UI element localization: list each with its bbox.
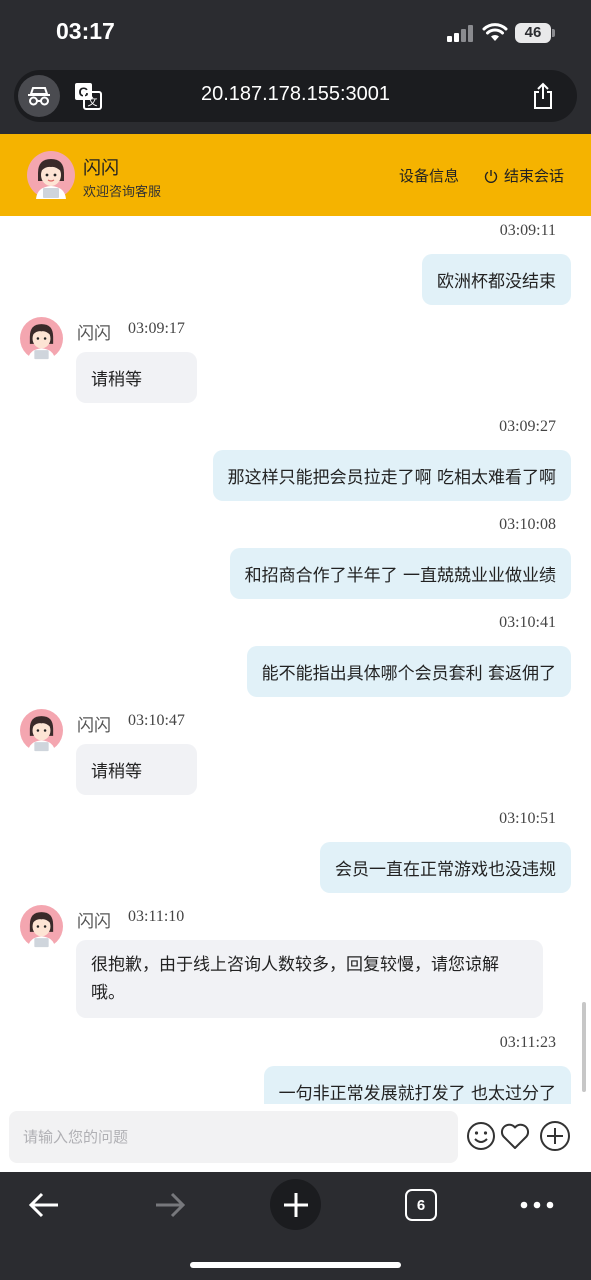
- message-time: 03:09:11: [499, 222, 556, 239]
- back-button[interactable]: [24, 1182, 64, 1228]
- message-input[interactable]: [9, 1111, 458, 1163]
- user-message-bubble: 会员一直在正常游戏也没违规: [320, 842, 571, 893]
- home-indicator: [190, 1262, 401, 1268]
- incognito-icon: [28, 87, 50, 106]
- forward-arrow-icon: [156, 1192, 186, 1218]
- battery-indicator: 46: [515, 23, 551, 43]
- user-message-bubble: 那这样只能把会员拉走了啊 吃相太难看了啊: [212, 450, 571, 501]
- agent-message-name: 闪闪: [77, 912, 111, 932]
- agent-avatar: [20, 317, 63, 360]
- user-message-bubble: 欧洲杯都没结束: [422, 254, 571, 305]
- message-time: 03:10:41: [499, 614, 556, 631]
- message-time: 03:11:23: [499, 1034, 556, 1051]
- message-time: 03:10:47: [128, 712, 185, 729]
- agent-message-bubble: 请稍等: [76, 744, 197, 795]
- svg-text:文: 文: [88, 96, 98, 109]
- message-list[interactable]: 03:09:11 欧洲杯都没结束 闪闪 03:09:17 请稍等 03:09:2…: [0, 216, 591, 1104]
- tabs-count: 6: [405, 1189, 437, 1221]
- message-time: 03:10:51: [499, 810, 556, 827]
- share-icon: [534, 82, 552, 109]
- user-message-bubble: 能不能指出具体哪个会员套利 套返佣了: [246, 646, 571, 697]
- message-time: 03:11:10: [128, 908, 185, 925]
- agent-avatar: [20, 709, 63, 752]
- chat-header: 闪闪 欢迎咨询客服 设备信息 结束会话: [0, 134, 591, 216]
- battery-tip: [552, 29, 555, 37]
- incognito-button[interactable]: [18, 75, 60, 117]
- address-bar[interactable]: G 文 20.187.178.155:3001: [14, 70, 577, 122]
- agent-avatar: [27, 151, 75, 199]
- favorite-button[interactable]: [499, 1120, 531, 1152]
- end-session-button[interactable]: 结束会话: [484, 165, 564, 186]
- agent-message-name: 闪闪: [77, 324, 111, 344]
- more-button[interactable]: [518, 1182, 556, 1228]
- status-bar: 03:17 46: [0, 0, 591, 66]
- agent-avatar: [20, 905, 63, 948]
- composer: [0, 1104, 591, 1172]
- agent-message-bubble: 请稍等: [76, 352, 197, 403]
- end-session-label: 结束会话: [503, 167, 564, 185]
- wifi-icon: [482, 23, 508, 41]
- emoji-icon: [467, 1122, 495, 1150]
- user-message-bubble: 和招商合作了半年了 一直兢兢业业做业绩: [229, 548, 571, 599]
- status-time: 03:17: [56, 18, 115, 44]
- translate-icon: G 文: [75, 83, 102, 110]
- power-icon: [484, 169, 498, 183]
- new-tab-plus-icon: [283, 1192, 308, 1217]
- agent-subtitle: 欢迎咨询客服: [83, 185, 162, 200]
- share-button[interactable]: [528, 81, 558, 111]
- agent-name: 闪闪: [83, 158, 119, 179]
- tabs-button[interactable]: 6: [404, 1182, 438, 1228]
- user-message-bubble: 一句非正常发展就打发了 也太过分了: [263, 1066, 571, 1104]
- agent-message-bubble: 很抱歉，由于线上咨询人数较多，回复较慢，请您谅解哦。: [76, 940, 543, 1018]
- back-arrow-icon: [28, 1192, 58, 1218]
- device-info-button[interactable]: 设备信息: [399, 165, 459, 186]
- emoji-button[interactable]: [465, 1120, 497, 1152]
- forward-button[interactable]: [150, 1182, 190, 1228]
- url-text[interactable]: 20.187.178.155:3001: [124, 83, 467, 106]
- chat-scrollbar[interactable]: [582, 1002, 586, 1092]
- message-time: 03:10:08: [499, 516, 556, 533]
- cellular-signal-icon: [447, 24, 475, 42]
- agent-message-name: 闪闪: [77, 716, 111, 736]
- more-icon: [520, 1201, 554, 1209]
- message-time: 03:09:17: [128, 320, 185, 337]
- chat-page: 闪闪 欢迎咨询客服 设备信息 结束会话 03:09:11 欧洲杯都没结束 闪闪 …: [0, 134, 591, 1172]
- plus-circle-icon: [540, 1121, 570, 1151]
- attach-button[interactable]: [539, 1120, 571, 1152]
- message-time: 03:09:27: [499, 418, 556, 435]
- heart-icon: [500, 1123, 530, 1149]
- new-tab-button[interactable]: [270, 1179, 321, 1230]
- translate-button[interactable]: G 文: [74, 82, 102, 110]
